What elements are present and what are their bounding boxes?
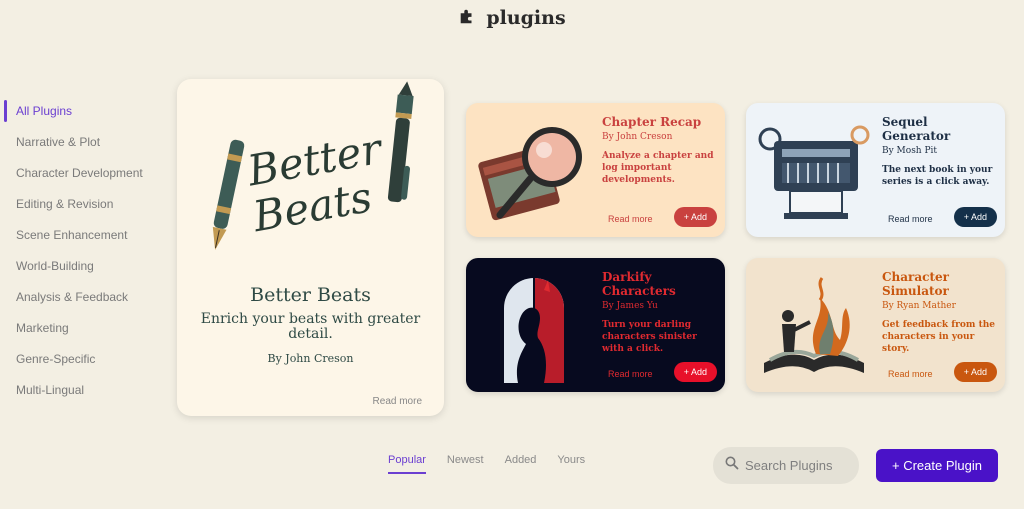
card-text: Sequel Generator By Mosh Pit The next bo… xyxy=(882,115,998,188)
add-plugin-button[interactable]: + Add xyxy=(673,362,717,382)
sidebar-item-multi-lingual[interactable]: Multi-Lingual xyxy=(4,376,172,407)
featured-title: Better Beats xyxy=(250,284,371,306)
card-author: By James Yu xyxy=(602,301,658,311)
card-title: Chapter Recap xyxy=(602,115,702,129)
category-sidebar: All Plugins Narrative & Plot Character D… xyxy=(4,97,172,407)
read-more-link[interactable]: Read more xyxy=(888,214,933,224)
sidebar-item-marketing[interactable]: Marketing xyxy=(4,314,172,345)
tab-yours[interactable]: Yours xyxy=(557,454,585,474)
card-text: Chapter Recap By John Creson Analyze a c… xyxy=(602,115,718,186)
fountain-pen-illustration: Better Beats xyxy=(212,81,414,250)
search-input[interactable] xyxy=(745,458,855,473)
tab-newest[interactable]: Newest xyxy=(447,454,484,474)
read-more-link[interactable]: Read more xyxy=(888,369,933,379)
card-text: Darkify Characters By James Yu Turn your… xyxy=(602,270,718,355)
search-box[interactable] xyxy=(713,447,859,484)
sort-tabs: Popular Newest Added Yours xyxy=(388,454,585,474)
card-description: The next book in your series is a click … xyxy=(882,165,993,187)
sidebar-item-editing-revision[interactable]: Editing & Revision xyxy=(4,190,172,221)
tab-added[interactable]: Added xyxy=(505,454,537,474)
card-description: Turn your darling characters sinister wi… xyxy=(602,320,697,354)
search-icon xyxy=(725,456,739,475)
add-plugin-button[interactable]: + Add xyxy=(953,207,997,227)
featured-plugin-card[interactable]: Better Beats Better Beats Enrich your be… xyxy=(177,79,444,416)
dark-silhouette-illustration xyxy=(504,278,564,383)
sidebar-item-scene-enhancement[interactable]: Scene Enhancement xyxy=(4,221,172,252)
page-title: plugins xyxy=(486,7,566,29)
plugin-card-character-simulator[interactable]: Character Simulator By Ryan Mather Get f… xyxy=(746,258,1005,392)
plugin-card-darkify-characters[interactable]: Darkify Characters By James Yu Turn your… xyxy=(466,258,725,392)
card-author: By John Creson xyxy=(602,132,673,142)
featured-read-more-link[interactable]: Read more xyxy=(373,396,422,407)
sidebar-item-world-building[interactable]: World-Building xyxy=(4,252,172,283)
card-title: Sequel Generator xyxy=(882,115,951,143)
add-plugin-button[interactable]: + Add xyxy=(953,362,997,382)
create-plugin-button[interactable]: + Create Plugin xyxy=(876,449,998,482)
plugin-card-chapter-recap[interactable]: Chapter Recap By John Creson Analyze a c… xyxy=(466,103,725,237)
featured-author: By John Creson xyxy=(267,352,354,365)
sidebar-item-character-development[interactable]: Character Development xyxy=(4,159,172,190)
card-description: Get feedback from the characters in your… xyxy=(882,320,995,354)
card-author: By Mosh Pit xyxy=(882,146,938,156)
sidebar-item-analysis-feedback[interactable]: Analysis & Feedback xyxy=(4,283,172,314)
card-text: Character Simulator By Ryan Mather Get f… xyxy=(882,270,998,355)
tab-popular[interactable]: Popular xyxy=(388,454,426,474)
plugin-card-sequel-generator[interactable]: Sequel Generator By Mosh Pit The next bo… xyxy=(746,103,1005,237)
card-title: Character Simulator xyxy=(882,270,949,298)
read-more-link[interactable]: Read more xyxy=(608,214,653,224)
printing-machine-illustration xyxy=(758,125,870,219)
card-description: Analyze a chapter and log important deve… xyxy=(602,151,714,185)
sidebar-item-genre-specific[interactable]: Genre-Specific xyxy=(4,345,172,376)
card-title: Darkify Characters xyxy=(602,270,676,298)
read-more-link[interactable]: Read more xyxy=(608,369,653,379)
book-figures-illustration xyxy=(764,277,864,373)
page-header: plugins xyxy=(0,6,1024,30)
featured-description: Enrich your beats with greater detail. xyxy=(200,311,421,342)
add-plugin-button[interactable]: + Add xyxy=(673,207,717,227)
sidebar-item-narrative-plot[interactable]: Narrative & Plot xyxy=(4,128,172,159)
magnifying-glass-book-illustration xyxy=(478,127,582,221)
sidebar-item-all-plugins[interactable]: All Plugins xyxy=(4,97,172,128)
puzzle-icon xyxy=(458,7,476,30)
card-author: By Ryan Mather xyxy=(882,301,956,311)
